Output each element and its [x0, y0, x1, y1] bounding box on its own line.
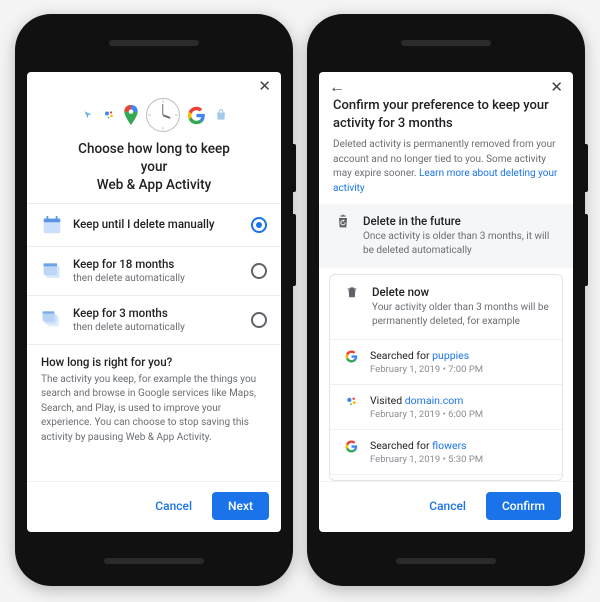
volume-button — [585, 214, 588, 286]
phone-homebar — [396, 558, 496, 564]
delete-now-section: Delete now Your activity older than 3 mo… — [330, 275, 562, 339]
info-body: The activity you keep, for example the t… — [41, 373, 267, 446]
cancel-button[interactable]: Cancel — [419, 493, 476, 519]
option-manual[interactable]: Keep until I delete manually — [27, 204, 281, 247]
info-section: How long is right for you? The activity … — [27, 345, 281, 450]
clock-icon — [146, 98, 180, 132]
delete-now-heading: Delete now — [372, 285, 550, 299]
option-sublabel: then delete automatically — [73, 272, 241, 285]
power-button — [585, 144, 588, 192]
retention-options: Keep until I delete manually Keep for 18… — [27, 203, 281, 345]
activity-keyword[interactable]: domain.com — [405, 394, 464, 407]
assistant-icon — [342, 394, 360, 420]
option-sublabel: then delete automatically — [73, 321, 241, 334]
option-3-months[interactable]: Keep for 3 months then delete automatica… — [27, 296, 281, 345]
option-label: Keep until I delete manually — [73, 217, 241, 232]
info-heading: How long is right for you? — [41, 355, 267, 369]
close-icon[interactable]: ✕ — [550, 80, 563, 95]
phone-speaker — [401, 40, 491, 46]
back-icon[interactable]: ← — [329, 79, 345, 95]
radio-selected-icon[interactable] — [251, 217, 267, 233]
delete-future-heading: Delete in the future — [363, 214, 559, 228]
power-button — [293, 144, 296, 192]
trash-icon — [342, 285, 362, 329]
phone-speaker — [109, 40, 199, 46]
cancel-button[interactable]: Cancel — [145, 493, 202, 519]
delete-now-card: Delete now Your activity older than 3 mo… — [329, 274, 563, 481]
calendar-multi-icon — [41, 309, 63, 331]
shopping-icon — [214, 108, 228, 122]
phone-homebar — [104, 558, 204, 564]
google-g-icon — [342, 439, 360, 465]
activity-time: February 1, 2019 • 5:30 PM — [370, 454, 483, 465]
activity-item: Searched for flowers February 1, 2019 • … — [330, 429, 562, 474]
close-icon[interactable]: ✕ — [258, 79, 271, 94]
confirm-button[interactable]: Confirm — [486, 492, 561, 520]
delete-now-body: Your activity older than 3 months will b… — [372, 301, 550, 329]
phone-right: ← ✕ Confirm your preference to keep your… — [307, 14, 585, 586]
google-g-icon — [342, 349, 360, 375]
phone-left: ✕ — [15, 14, 293, 586]
activity-item: Visited domain.com February 1, 2019 • 6:… — [330, 384, 562, 429]
option-label: Keep for 3 months — [73, 306, 241, 321]
maps-icon — [123, 105, 139, 125]
activity-time: February 1, 2019 • 7:00 PM — [370, 364, 483, 375]
confirm-description: Deleted activity is permanently removed … — [319, 138, 573, 204]
calendar-stack-icon — [41, 260, 63, 282]
page-title: Choose how long to keep your Web & App A… — [39, 140, 269, 195]
assistant-icon — [102, 108, 116, 122]
radio-icon[interactable] — [251, 312, 267, 328]
option-label: Keep for 18 months — [73, 257, 241, 272]
location-icon — [81, 108, 95, 122]
delete-future-section: Delete in the future Once activity is ol… — [319, 204, 573, 268]
volume-button — [293, 214, 296, 286]
option-18-months[interactable]: Keep for 18 months then delete automatic… — [27, 247, 281, 296]
activity-keyword[interactable]: puppies — [432, 349, 469, 362]
calendar-icon — [41, 214, 63, 236]
confirm-title: Confirm your preference to keep your act… — [319, 97, 573, 138]
delete-future-body: Once activity is older than 3 months, it… — [363, 230, 559, 258]
activity-item: Searched for puppies February 1, 2019 • … — [330, 339, 562, 384]
auto-delete-icon — [333, 214, 353, 258]
preview-more-button[interactable]: Preview more — [330, 474, 562, 481]
activity-time: February 1, 2019 • 6:00 PM — [370, 409, 483, 420]
activity-keyword[interactable]: flowers — [432, 439, 466, 452]
screen-right: ← ✕ Confirm your preference to keep your… — [319, 72, 573, 532]
radio-icon[interactable] — [251, 263, 267, 279]
hero-icons — [39, 98, 269, 132]
next-button[interactable]: Next — [212, 492, 269, 520]
google-g-icon — [187, 108, 207, 122]
screen-left: ✕ — [27, 72, 281, 532]
